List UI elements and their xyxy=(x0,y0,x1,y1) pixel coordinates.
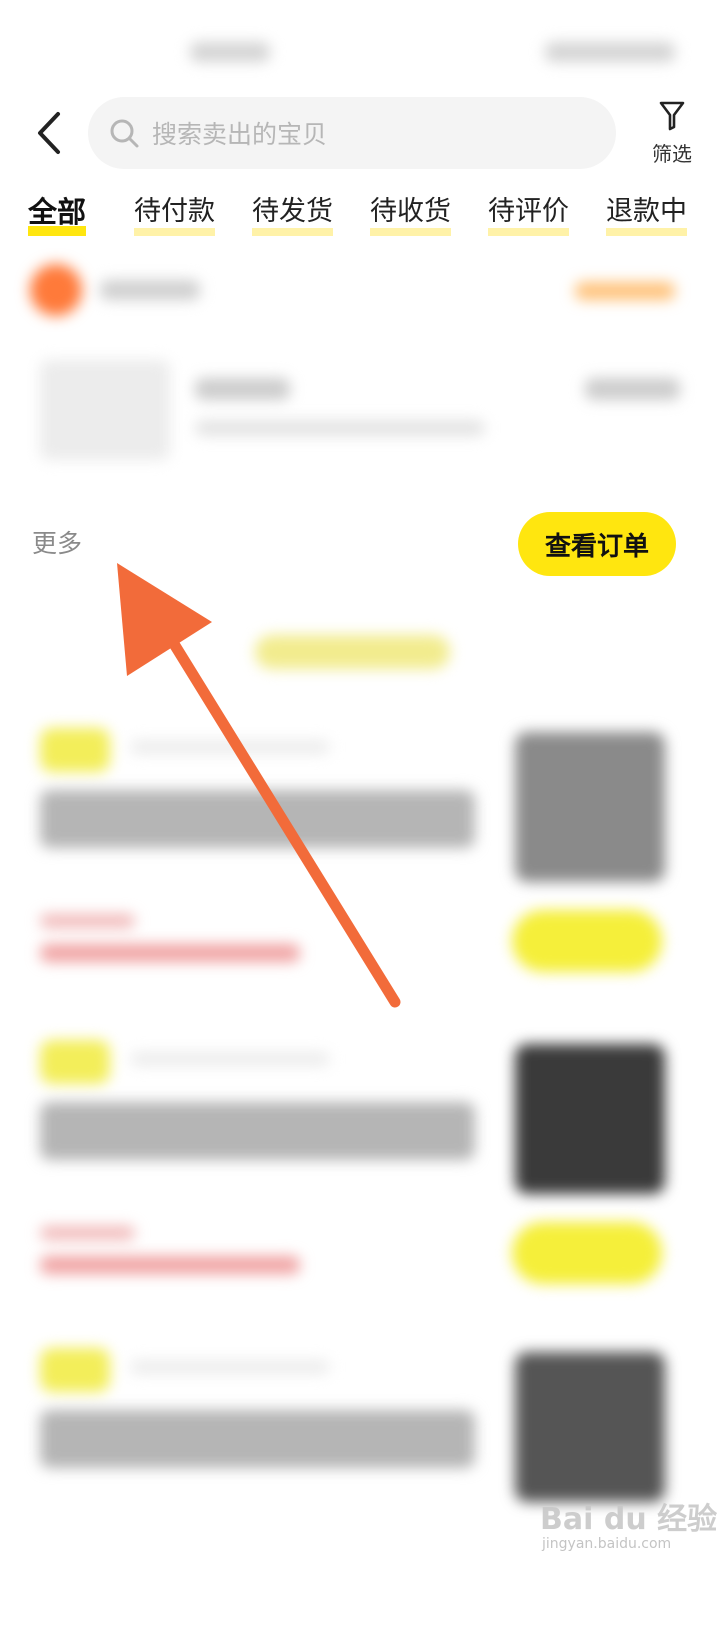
recommendation-item[interactable] xyxy=(0,728,720,1028)
tab-pending-shipment[interactable]: 待发货 xyxy=(252,188,333,236)
search-icon xyxy=(110,119,139,148)
item-price xyxy=(40,944,300,962)
product-thumbnail xyxy=(40,360,170,460)
product-price xyxy=(585,378,680,400)
filter-icon xyxy=(659,101,685,131)
item-title xyxy=(40,1410,475,1468)
tab-pending-receipt[interactable]: 待收货 xyxy=(370,188,451,236)
buyer-avatar xyxy=(30,264,82,316)
item-image xyxy=(515,1044,665,1194)
item-title xyxy=(40,790,475,848)
item-tag xyxy=(40,728,110,772)
product-title xyxy=(195,378,290,400)
tab-all[interactable]: 全部 xyxy=(28,188,87,236)
buyer-name xyxy=(100,280,200,300)
item-tag xyxy=(40,1040,110,1084)
product-spec xyxy=(195,420,485,436)
tab-pending-review[interactable]: 待评价 xyxy=(488,188,569,236)
item-title xyxy=(40,1102,475,1160)
tab-refunding[interactable]: 退款中 xyxy=(606,188,687,236)
chevron-left-icon xyxy=(38,112,60,154)
item-price-label xyxy=(40,914,135,928)
search-bar[interactable] xyxy=(88,97,616,169)
item-action-button[interactable] xyxy=(512,1222,662,1284)
item-action-button[interactable] xyxy=(512,910,662,972)
order-status-tabs: 全部 待付款 待发货 待收货 待评价 退款中 xyxy=(0,188,720,244)
item-price-label xyxy=(40,1226,135,1240)
filter-button[interactable]: 筛选 xyxy=(642,100,702,172)
watermark: Bai du 经验 jingyan.baidu.com xyxy=(540,1494,717,1574)
tab-pending-payment[interactable]: 待付款 xyxy=(134,188,215,236)
status-bar-indicators xyxy=(545,42,675,62)
search-input[interactable] xyxy=(150,111,594,157)
item-price xyxy=(40,1256,300,1274)
order-status xyxy=(575,282,675,300)
recommendation-header xyxy=(255,635,450,669)
item-tag xyxy=(40,1348,110,1392)
item-meta xyxy=(130,1052,330,1066)
item-image xyxy=(515,732,665,882)
watermark-sub: jingyan.baidu.com xyxy=(542,1536,672,1552)
recommendation-item[interactable] xyxy=(0,1040,720,1340)
item-meta xyxy=(130,1360,330,1374)
back-button[interactable] xyxy=(30,108,70,158)
item-image xyxy=(515,1352,665,1502)
status-bar-time xyxy=(190,42,270,62)
view-order-button[interactable]: 查看订单 xyxy=(518,512,676,576)
item-meta xyxy=(130,740,330,754)
more-link[interactable]: 更多 xyxy=(32,524,82,560)
watermark-main: Bai du 经验 xyxy=(540,1502,718,1537)
filter-label: 筛选 xyxy=(652,142,692,166)
